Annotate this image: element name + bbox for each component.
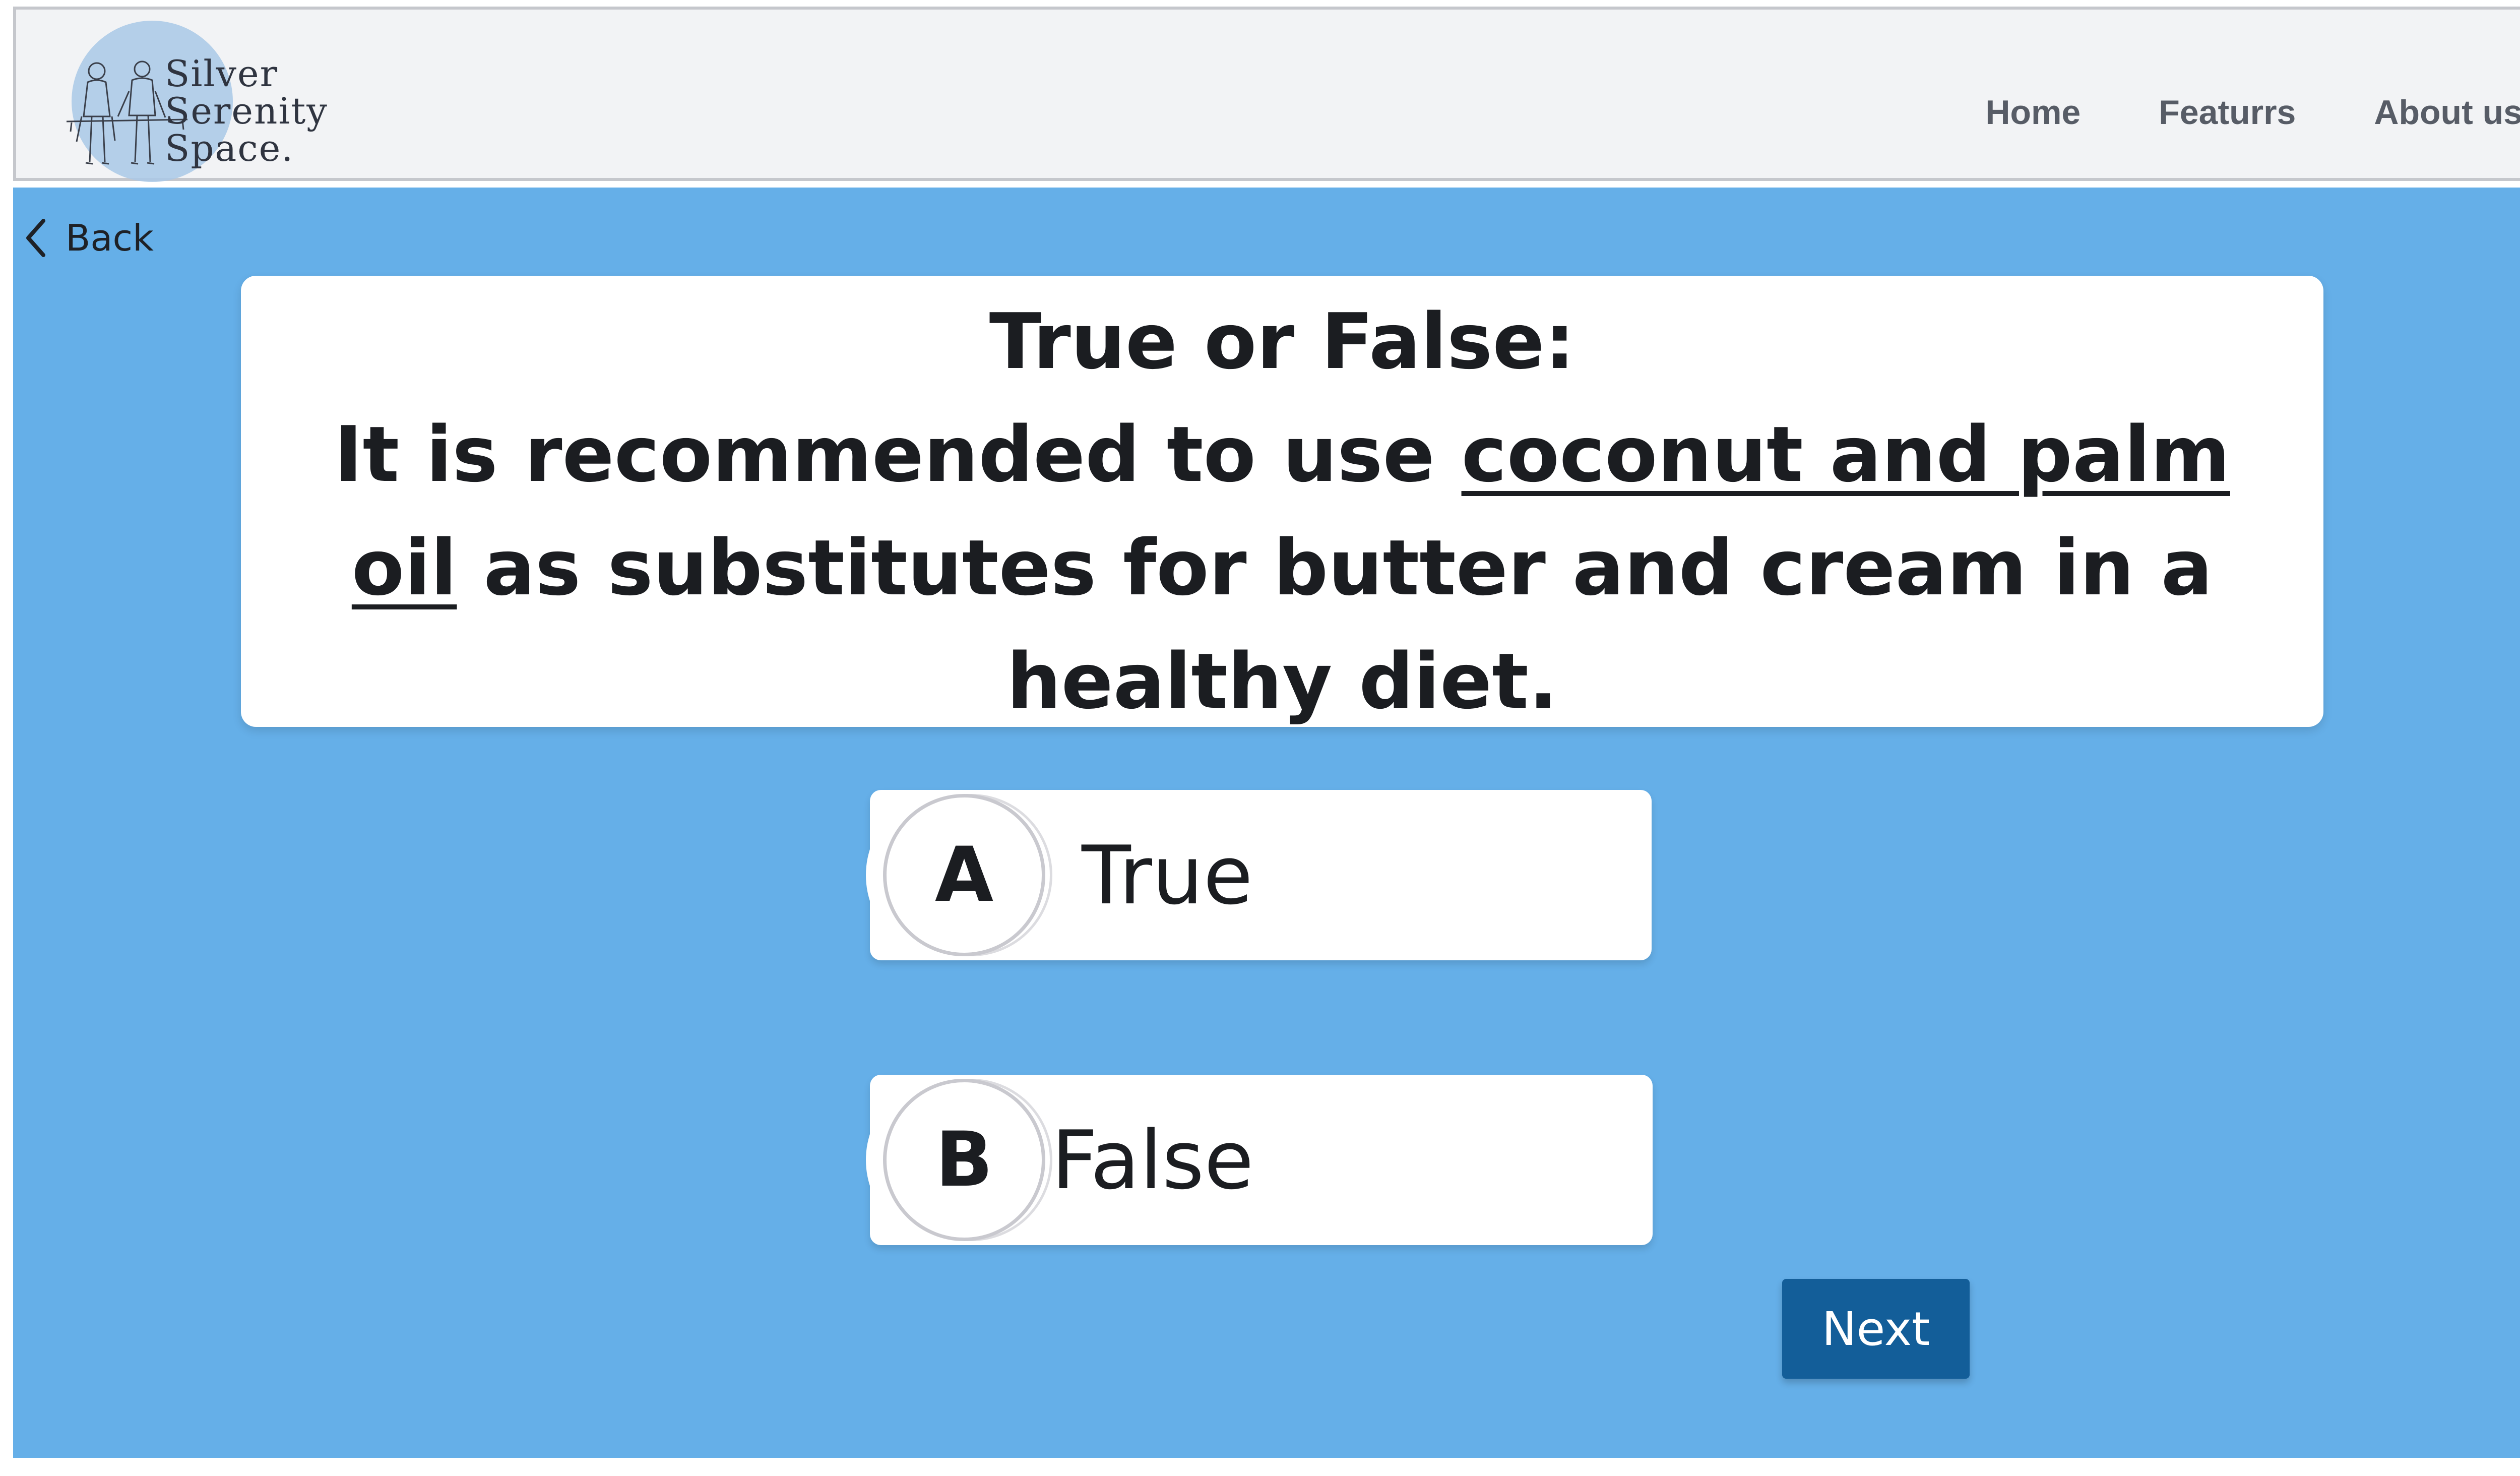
answer-option-a[interactable]: A True [866,790,1652,960]
nav-about-us[interactable]: About us [2374,93,2520,132]
nav-features[interactable]: Featurrs [2159,93,2296,132]
next-button[interactable]: Next [1782,1279,1970,1379]
option-a-label: True [1082,828,1253,922]
site-logo[interactable]: Silver Serenity Space. [51,16,354,182]
logo-wordmark: Silver Serenity Space. [165,55,328,167]
question-text-after: as substitutes for butter and cream in a… [457,523,2213,726]
logo-line-3: Space. [165,127,294,169]
back-button[interactable]: Back [24,217,154,259]
top-header: Silver Serenity Space. Home Featurrs Abo… [13,7,2520,184]
question-heading: True or False: [989,297,1576,386]
option-b-label: False [1051,1113,1254,1207]
question-text-before: It is recommended to use [334,410,1462,499]
logo-line-1: Silver [165,52,279,95]
chevron-left-icon [24,218,46,258]
back-label: Back [66,217,154,259]
answer-option-b[interactable]: B False [866,1075,1653,1245]
logo-line-2: Serenity [165,90,328,132]
nav-home[interactable]: Home [1985,93,2081,132]
quiz-area: Back True or False: It is recommended to… [13,188,2520,1458]
question-card: True or False: It is recommended to use … [241,276,2323,727]
main-nav: Home Featurrs About us [1985,10,2520,184]
page: Silver Serenity Space. Home Featurrs Abo… [0,0,2520,1476]
option-b-letter: B [883,1079,1045,1241]
question-text: It is recommended to use coconut and pal… [274,398,2290,738]
option-a-letter: A [883,794,1045,956]
